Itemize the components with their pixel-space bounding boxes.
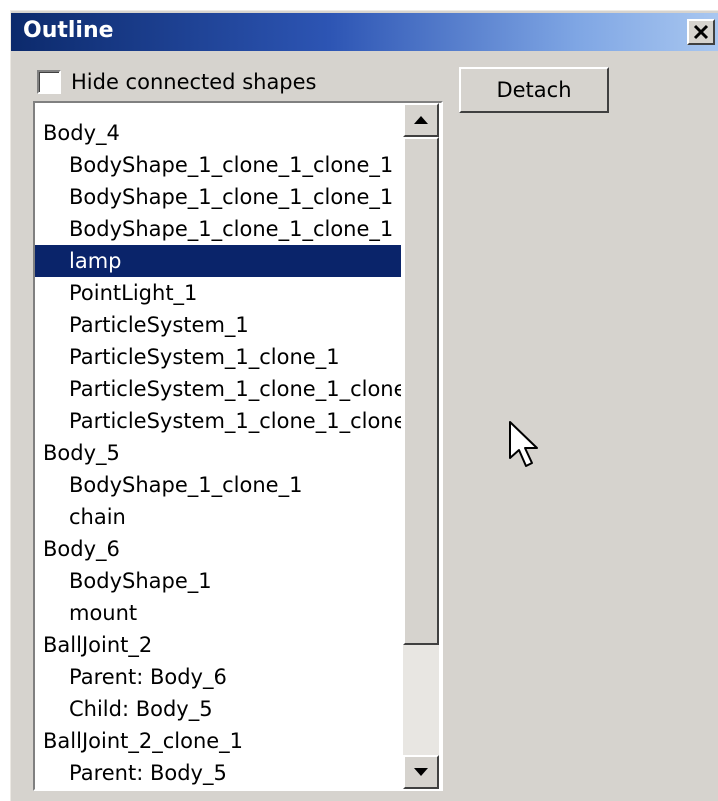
tree-item[interactable]: BodyShape_1_clone_1_clone_1 bbox=[35, 213, 401, 245]
tree-item[interactable]: lamp bbox=[35, 245, 401, 277]
hide-connected-checkbox[interactable] bbox=[37, 70, 61, 94]
tree-item[interactable]: BodyShape_1_clone_1_clone_1 bbox=[35, 149, 401, 181]
tree-item[interactable]: mount bbox=[35, 597, 401, 629]
tree-item[interactable]: BallJoint_2_clone_1 bbox=[35, 725, 401, 757]
tree-item[interactable]: Body_6 bbox=[35, 533, 401, 565]
tree-item[interactable]: Body_4 bbox=[35, 117, 401, 149]
scroll-down-arrow-icon bbox=[414, 768, 428, 776]
outline-tree-items: Body_4 BodyShape_1_clone_1_clone_1 BodySha… bbox=[35, 103, 401, 789]
outline-tree[interactable]: Body_4 BodyShape_1_clone_1_clone_1 BodySha… bbox=[33, 101, 443, 791]
tree-item[interactable]: Parent: Body_6 bbox=[35, 661, 401, 693]
window-title: Outline bbox=[23, 18, 114, 43]
tree-item[interactable]: BodyShape_1_clone_1 bbox=[35, 469, 401, 501]
hide-connected-row[interactable]: Hide connected shapes bbox=[37, 67, 317, 97]
close-icon bbox=[693, 24, 709, 40]
tree-item[interactable]: ParticleSystem_1_clone_1_clone_1 bbox=[35, 373, 401, 405]
scroll-thumb[interactable] bbox=[403, 137, 439, 645]
close-button[interactable] bbox=[687, 19, 715, 45]
tree-item[interactable]: BodyShape_1 bbox=[35, 565, 401, 597]
vertical-scrollbar[interactable] bbox=[403, 103, 439, 789]
outline-window: Outline Hide connected shapes Detach Bod… bbox=[10, 10, 718, 801]
detach-button[interactable]: Detach bbox=[459, 67, 609, 113]
scroll-up-arrow-icon bbox=[414, 116, 428, 124]
tree-item[interactable]: Child: Body_5 bbox=[35, 693, 401, 725]
tree-item[interactable]: BallJoint_2 bbox=[35, 629, 401, 661]
tree-item[interactable]: ParticleSystem_1_clone_1 bbox=[35, 341, 401, 373]
hide-connected-label: Hide connected shapes bbox=[71, 70, 317, 94]
tree-item[interactable]: Body_5 bbox=[35, 437, 401, 469]
title-bar[interactable]: Outline bbox=[11, 13, 718, 51]
tree-item[interactable]: BodyShape_1_clone_1_clone_1 bbox=[35, 181, 401, 213]
tree-item[interactable]: ParticleSystem_1 bbox=[35, 309, 401, 341]
scroll-down-button[interactable] bbox=[403, 755, 439, 789]
scroll-up-button[interactable] bbox=[403, 103, 439, 137]
mouse-pointer-icon bbox=[509, 421, 538, 467]
tree-item[interactable]: PointLight_1 bbox=[35, 277, 401, 309]
tree-item[interactable]: chain bbox=[35, 501, 401, 533]
tree-item[interactable]: ParticleSystem_1_clone_1_clone_1 bbox=[35, 405, 401, 437]
tree-item[interactable]: Parent: Body_5 bbox=[35, 757, 401, 789]
